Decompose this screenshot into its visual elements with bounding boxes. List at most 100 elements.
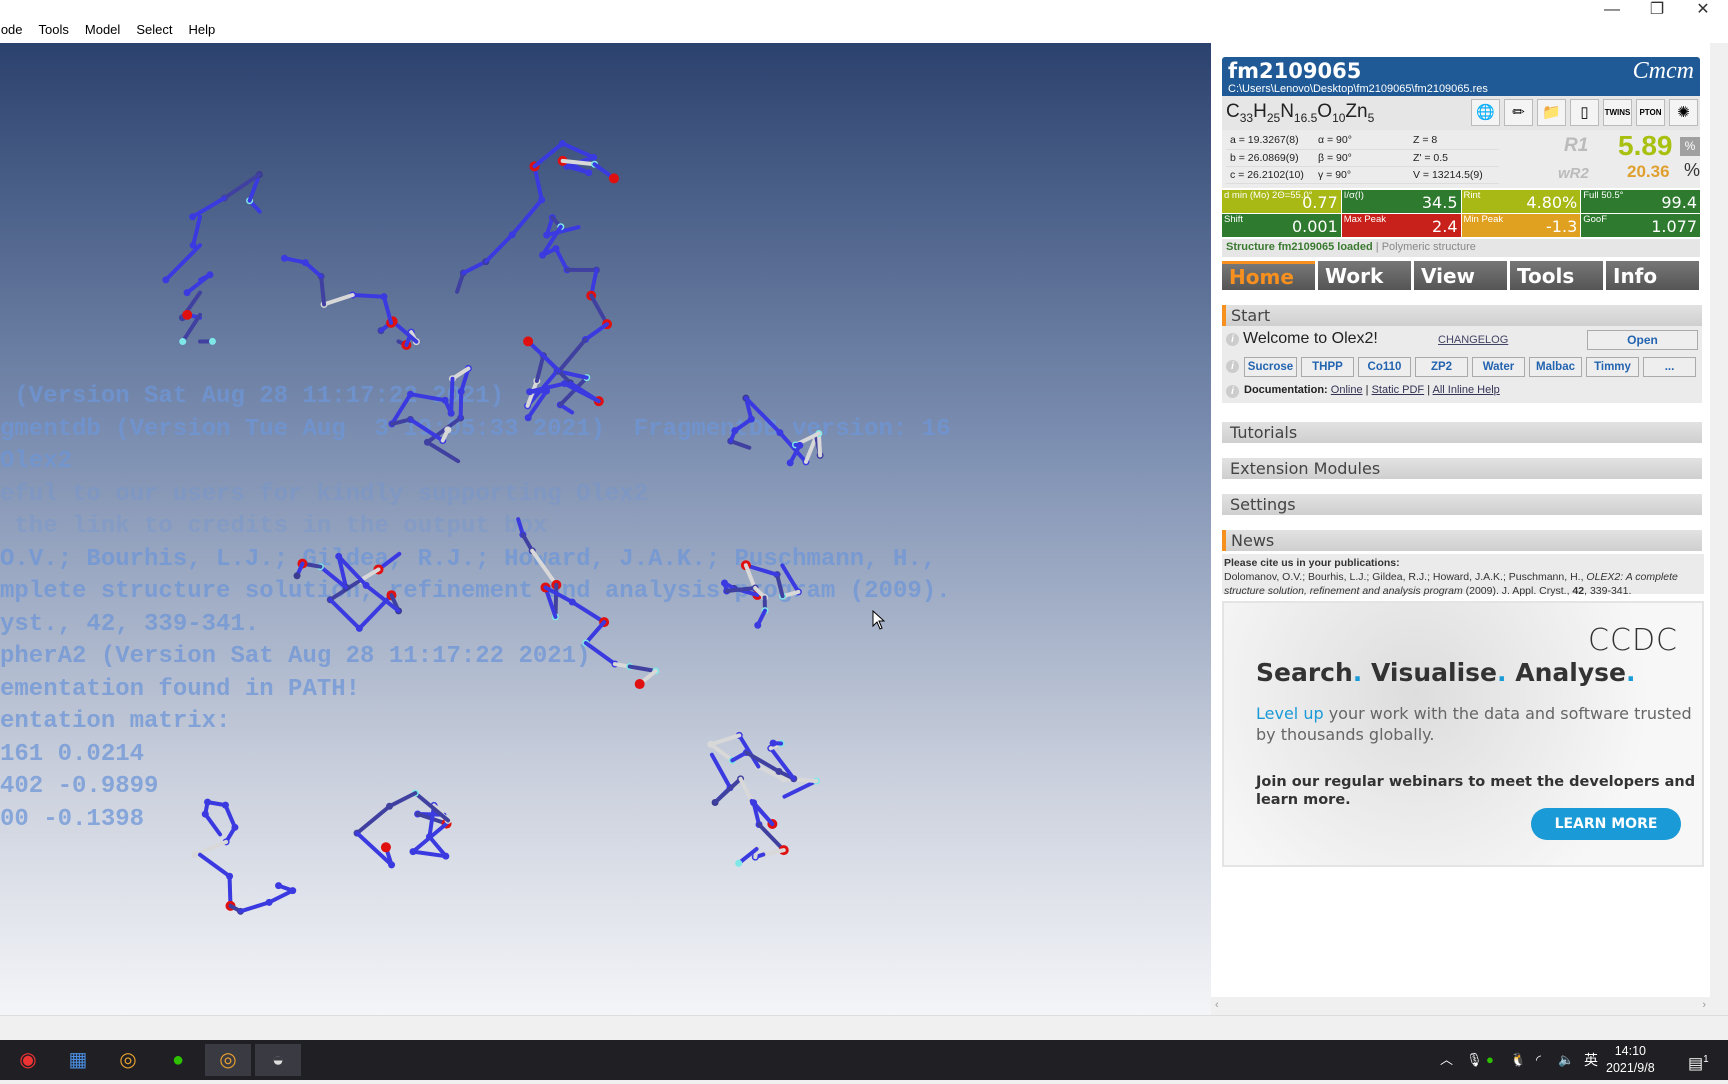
tab-view[interactable]: View bbox=[1414, 261, 1507, 290]
platon-icon[interactable]: PTON bbox=[1636, 99, 1665, 126]
volume-icon[interactable]: 🔈 bbox=[1558, 1040, 1574, 1080]
tray-expand-icon[interactable]: ︿ bbox=[1440, 1040, 1453, 1080]
doc-online-link[interactable]: Online bbox=[1331, 384, 1363, 396]
example-sucrose-button[interactable]: Sucrose bbox=[1244, 357, 1297, 377]
folder-icon[interactable]: 📁 bbox=[1537, 99, 1566, 126]
atom[interactable] bbox=[179, 338, 186, 345]
3d-structure-viewport[interactable]: (Version Sat Aug 28 11:17:22 2021)gmentd… bbox=[0, 43, 1211, 1015]
clock[interactable]: 14:102021/9/8 bbox=[1606, 1043, 1655, 1077]
notification-icon[interactable]: ▤1 bbox=[1688, 1040, 1709, 1080]
atom[interactable] bbox=[191, 851, 198, 858]
bond[interactable] bbox=[166, 245, 200, 280]
atom[interactable] bbox=[609, 173, 619, 183]
info-icon[interactable]: i bbox=[1226, 385, 1239, 398]
bond[interactable] bbox=[324, 295, 353, 304]
atom[interactable] bbox=[770, 740, 777, 747]
bond[interactable] bbox=[389, 793, 415, 806]
scroll-left-icon[interactable]: ‹ bbox=[1215, 999, 1219, 1011]
atom[interactable] bbox=[381, 842, 391, 852]
bond[interactable] bbox=[784, 781, 816, 797]
example-water-button[interactable]: Water bbox=[1472, 357, 1525, 377]
atom[interactable] bbox=[184, 289, 191, 296]
bond[interactable] bbox=[562, 143, 593, 157]
bond[interactable] bbox=[353, 295, 384, 297]
doc-inline-help-link[interactable]: All Inline Help bbox=[1433, 384, 1500, 396]
qq-browser-icon[interactable]: ◒ bbox=[255, 1044, 301, 1076]
atom[interactable] bbox=[635, 679, 645, 689]
atom[interactable] bbox=[735, 860, 742, 867]
bond[interactable] bbox=[630, 667, 656, 671]
example-more-button[interactable]: ... bbox=[1643, 357, 1696, 377]
atom[interactable] bbox=[209, 338, 216, 345]
atom[interactable] bbox=[754, 622, 761, 629]
ime-indicator[interactable]: 英 bbox=[1584, 1040, 1598, 1080]
bond[interactable] bbox=[193, 217, 200, 246]
twins-icon[interactable]: TWINS bbox=[1603, 99, 1632, 126]
section-settings[interactable]: Settings bbox=[1222, 494, 1702, 515]
doc-pdf-link[interactable]: Static PDF bbox=[1372, 384, 1425, 396]
bond[interactable] bbox=[537, 356, 544, 381]
qq-icon[interactable]: 🐧 bbox=[1510, 1040, 1526, 1080]
bond[interactable] bbox=[321, 276, 324, 304]
example-zp2-button[interactable]: ZP2 bbox=[1415, 357, 1468, 377]
bond[interactable] bbox=[451, 379, 452, 414]
molecule-model[interactable] bbox=[0, 43, 1211, 1015]
olex-icon[interactable]: ◎ bbox=[108, 1044, 148, 1076]
bond[interactable] bbox=[410, 419, 442, 440]
bond[interactable] bbox=[193, 198, 225, 217]
bond[interactable] bbox=[512, 200, 541, 235]
atom[interactable] bbox=[189, 213, 196, 220]
atom[interactable] bbox=[523, 336, 533, 346]
chrome-icon[interactable]: ◉ bbox=[8, 1044, 48, 1076]
scroll-right-icon[interactable]: › bbox=[1702, 999, 1706, 1011]
bond[interactable] bbox=[269, 891, 293, 903]
bond[interactable] bbox=[556, 249, 567, 270]
section-start[interactable]: Start bbox=[1222, 305, 1702, 326]
edit-icon[interactable]: ✏ bbox=[1504, 99, 1533, 126]
menu-help[interactable]: Help bbox=[188, 22, 215, 37]
olex-active-icon[interactable]: ◎ bbox=[205, 1044, 251, 1076]
atom[interactable] bbox=[275, 882, 282, 889]
info-icon[interactable]: i bbox=[1226, 360, 1239, 373]
atom[interactable] bbox=[162, 276, 169, 283]
vertical-scrollbar[interactable] bbox=[1710, 43, 1728, 1015]
menu-mode[interactable]: Mode bbox=[0, 22, 23, 37]
atom[interactable] bbox=[294, 572, 301, 579]
bond[interactable] bbox=[741, 779, 752, 801]
tab-tools[interactable]: Tools bbox=[1510, 261, 1603, 290]
tab-home[interactable]: Home bbox=[1222, 261, 1315, 290]
changelog-link[interactable]: CHANGELOG bbox=[1438, 334, 1508, 346]
menu-model[interactable]: Model bbox=[85, 22, 120, 37]
bond[interactable] bbox=[783, 779, 816, 781]
calculator-icon[interactable]: ▦ bbox=[58, 1044, 98, 1076]
section-tutorials[interactable]: Tutorials bbox=[1222, 422, 1702, 443]
bond[interactable] bbox=[528, 341, 559, 371]
example-thpp-button[interactable]: THPP bbox=[1301, 357, 1354, 377]
bond[interactable] bbox=[586, 622, 604, 643]
bond[interactable] bbox=[532, 551, 556, 585]
atom[interactable] bbox=[525, 414, 532, 421]
bond[interactable] bbox=[572, 602, 604, 622]
notepad-icon[interactable]: ▯ bbox=[1570, 99, 1599, 126]
bond[interactable] bbox=[585, 324, 607, 339]
open-button[interactable]: Open bbox=[1587, 330, 1698, 350]
info-icon[interactable]: i bbox=[1226, 333, 1239, 346]
bond[interactable] bbox=[205, 814, 220, 834]
bond[interactable] bbox=[782, 565, 798, 591]
section-news[interactable]: News bbox=[1222, 530, 1702, 551]
ccdc-advert[interactable]: CCDC Search. Visualise. Analyse. Level u… bbox=[1222, 601, 1704, 867]
bond[interactable] bbox=[559, 340, 585, 371]
bond[interactable] bbox=[411, 394, 446, 400]
bond[interactable] bbox=[200, 855, 230, 877]
bond[interactable] bbox=[241, 902, 270, 911]
minimize-button[interactable]: — bbox=[1589, 0, 1635, 22]
close-button[interactable]: ✕ bbox=[1680, 0, 1726, 22]
menu-select[interactable]: Select bbox=[136, 22, 172, 37]
bond[interactable] bbox=[461, 391, 462, 417]
atom[interactable] bbox=[182, 310, 192, 320]
example-co110-button[interactable]: Co110 bbox=[1358, 357, 1411, 377]
center-icon[interactable]: ✺ bbox=[1669, 99, 1698, 126]
bond[interactable] bbox=[187, 275, 210, 293]
bond[interactable] bbox=[486, 235, 512, 262]
tab-work[interactable]: Work bbox=[1318, 261, 1411, 290]
